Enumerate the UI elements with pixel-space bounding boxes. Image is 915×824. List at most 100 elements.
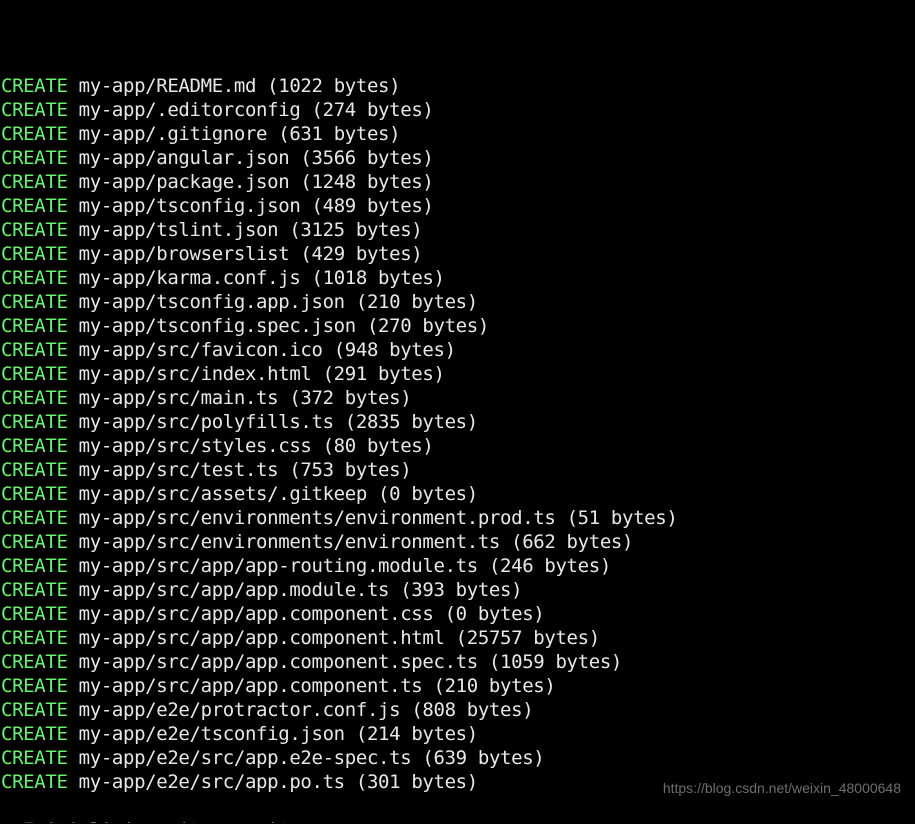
create-line: CREATE my-app/e2e/tsconfig.json (214 byt…	[1, 722, 915, 746]
create-file-size: (429 bytes)	[300, 243, 423, 265]
create-file-path: my-app/src/app/app.component.spec.ts	[67, 651, 489, 673]
create-line: CREATE my-app/src/app/app.component.ts (…	[1, 674, 915, 698]
create-line: CREATE my-app/e2e/src/app.e2e-spec.ts (6…	[1, 746, 915, 770]
create-line: CREATE my-app/src/assets/.gitkeep (0 byt…	[1, 482, 915, 506]
create-label: CREATE	[1, 675, 68, 697]
create-file-size: (639 bytes)	[422, 747, 545, 769]
create-file-path: my-app/src/favicon.ico	[67, 339, 334, 361]
create-file-size: (948 bytes)	[333, 339, 456, 361]
create-file-path: my-app/browserslist	[67, 243, 301, 265]
create-file-path: my-app/e2e/src/app.po.ts	[67, 771, 356, 793]
create-file-size: (214 bytes)	[355, 723, 478, 745]
create-label: CREATE	[1, 147, 68, 169]
terminal-screen: [root@localhost angular_learn]# ng new m…	[0, 0, 915, 824]
create-output-list: CREATE my-app/README.md (1022 bytes) CREA…	[1, 74, 915, 794]
create-file-size: (210 bytes)	[355, 291, 478, 313]
create-file-path: my-app/e2e/protractor.conf.js	[67, 699, 412, 721]
create-label: CREATE	[1, 267, 68, 289]
create-line: CREATE my-app/tslint.json (3125 bytes)	[1, 218, 915, 242]
create-label: CREATE	[1, 243, 68, 265]
create-file-size: (631 bytes)	[278, 123, 401, 145]
create-file-size: (489 bytes)	[311, 195, 434, 217]
create-line: CREATE my-app/angular.json (3566 bytes)	[1, 146, 915, 170]
create-label: CREATE	[1, 291, 68, 313]
create-label: CREATE	[1, 531, 68, 553]
create-label: CREATE	[1, 579, 68, 601]
create-line: CREATE my-app/src/app/app-routing.module…	[1, 554, 915, 578]
create-line: CREATE my-app/src/app/app.component.html…	[1, 626, 915, 650]
create-file-size: (3125 bytes)	[289, 219, 423, 241]
create-file-path: my-app/tsconfig.json	[67, 195, 312, 217]
create-file-size: (1022 bytes)	[267, 75, 401, 97]
create-label: CREATE	[1, 123, 68, 145]
create-file-size: (270 bytes)	[366, 315, 489, 337]
create-file-size: (0 bytes)	[444, 603, 545, 625]
create-file-path: my-app/src/app/app.component.ts	[67, 675, 434, 697]
create-file-size: (0 bytes)	[378, 483, 478, 505]
clipped-next-line: Initializing git repository...	[1, 818, 915, 824]
create-line: CREATE my-app/src/main.ts (372 bytes)	[1, 386, 915, 410]
create-label: CREATE	[1, 339, 68, 361]
create-file-size: (1248 bytes)	[300, 171, 434, 193]
create-line: CREATE my-app/src/app/app.component.spec…	[1, 650, 915, 674]
create-file-size: (210 bytes)	[433, 675, 556, 697]
create-line: CREATE my-app/.gitignore (631 bytes)	[1, 122, 915, 146]
create-label: CREATE	[1, 75, 68, 97]
shell-prompt-line: [root@localhost angular_learn]# ng new m…	[1, 2, 915, 26]
create-file-path: my-app/src/app/app.component.html	[67, 627, 456, 649]
create-file-size: (301 bytes)	[355, 771, 478, 793]
create-file-path: my-app/README.md	[67, 75, 268, 97]
create-file-path: my-app/angular.json	[67, 147, 301, 169]
create-file-size: (80 bytes)	[322, 435, 434, 457]
create-file-size: (25757 bytes)	[455, 627, 601, 649]
create-line: CREATE my-app/src/index.html (291 bytes)	[1, 362, 915, 386]
create-file-size: (372 bytes)	[289, 387, 412, 409]
terminal-window[interactable]: [root@localhost angular_learn]# ng new m…	[0, 0, 915, 824]
create-label: CREATE	[1, 771, 68, 793]
create-file-size: (1018 bytes)	[311, 267, 445, 289]
create-label: CREATE	[1, 507, 68, 529]
create-label: CREATE	[1, 171, 68, 193]
create-file-size: (3566 bytes)	[300, 147, 434, 169]
create-label: CREATE	[1, 411, 68, 433]
create-file-size: (393 bytes)	[400, 579, 523, 601]
create-line: CREATE my-app/package.json (1248 bytes)	[1, 170, 915, 194]
create-file-path: my-app/tslint.json	[67, 219, 290, 241]
create-line: CREATE my-app/browserslist (429 bytes)	[1, 242, 915, 266]
create-file-path: my-app/src/test.ts	[67, 459, 290, 481]
create-line: CREATE my-app/src/environments/environme…	[1, 506, 915, 530]
create-file-path: my-app/src/index.html	[67, 363, 323, 385]
create-file-path: my-app/src/app/app.component.css	[67, 603, 445, 625]
create-line: CREATE my-app/README.md (1022 bytes)	[1, 74, 915, 98]
create-file-size: (274 bytes)	[311, 99, 434, 121]
watermark-url: https://blog.csdn.net/weixin_48000648	[662, 780, 901, 796]
create-file-size: (753 bytes)	[289, 459, 412, 481]
create-file-path: my-app/src/environments/environment.ts	[67, 531, 512, 553]
create-line: CREATE my-app/src/styles.css (80 bytes)	[1, 434, 915, 458]
create-file-path: my-app/src/environments/environment.prod…	[67, 507, 567, 529]
create-file-size: (2835 bytes)	[344, 411, 478, 433]
create-file-path: my-app/.editorconfig	[67, 99, 312, 121]
create-label: CREATE	[1, 723, 68, 745]
create-line: CREATE my-app/src/favicon.ico (948 bytes…	[1, 338, 915, 362]
create-label: CREATE	[1, 459, 68, 481]
create-label: CREATE	[1, 315, 68, 337]
create-file-path: my-app/src/main.ts	[67, 387, 290, 409]
create-file-path: my-app/karma.conf.js	[67, 267, 312, 289]
create-file-size: (246 bytes)	[488, 555, 611, 577]
create-line: CREATE my-app/tsconfig.app.json (210 byt…	[1, 290, 915, 314]
create-file-path: my-app/package.json	[67, 171, 301, 193]
create-label: CREATE	[1, 603, 68, 625]
create-file-path: my-app/src/polyfills.ts	[67, 411, 345, 433]
create-label: CREATE	[1, 219, 68, 241]
create-label: CREATE	[1, 195, 68, 217]
create-label: CREATE	[1, 627, 68, 649]
create-line: CREATE my-app/src/app/app.component.css …	[1, 602, 915, 626]
create-file-path: my-app/e2e/src/app.e2e-spec.ts	[67, 747, 423, 769]
create-file-size: (662 bytes)	[511, 531, 634, 553]
create-file-path: my-app/src/assets/.gitkeep	[67, 483, 379, 505]
create-line: CREATE my-app/src/test.ts (753 bytes)	[1, 458, 915, 482]
create-line: CREATE my-app/src/app/app.module.ts (393…	[1, 578, 915, 602]
create-file-path: my-app/tsconfig.spec.json	[67, 315, 367, 337]
create-file-size: (291 bytes)	[322, 363, 445, 385]
